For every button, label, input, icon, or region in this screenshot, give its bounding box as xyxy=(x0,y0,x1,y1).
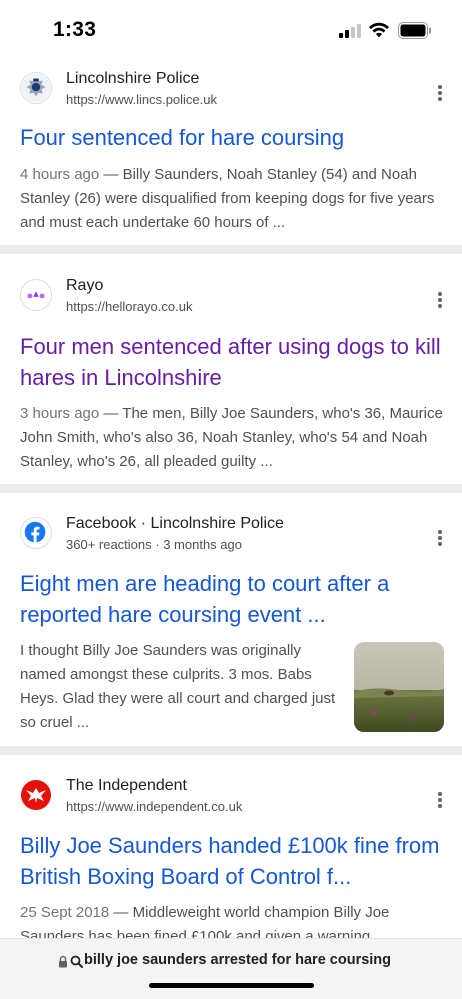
independent-eagle-icon xyxy=(20,779,52,811)
result-4-source[interactable]: The Independent https://www.independent.… xyxy=(20,777,450,817)
result-divider xyxy=(0,484,462,493)
result-1-date: 4 hours ago xyxy=(20,166,100,183)
result-4-site-url: https://www.independent.co.uk xyxy=(66,799,243,814)
result-3-snippet: I thought Billy Joe Saunders was origina… xyxy=(20,642,336,731)
result-2-source[interactable]: Rayo https://hellorayo.co.uk xyxy=(20,277,450,317)
result-2-site-url: https://hellorayo.co.uk xyxy=(66,299,193,314)
result-3-source[interactable]: Facebook · Lincolnshire Police 360+ reac… xyxy=(20,515,450,555)
wifi-icon xyxy=(369,22,389,38)
result-3-thumbnail[interactable] xyxy=(354,642,444,732)
result-2-more-options-icon[interactable] xyxy=(430,289,450,311)
result-2-snippet: 3 hours ago — The men, Billy Joe Saunder… xyxy=(20,402,445,474)
result-4-more-options-icon[interactable] xyxy=(430,789,450,811)
result-1-source[interactable]: Lincolnshire Police https://www.lincs.po… xyxy=(20,70,450,110)
cellular-signal-icon xyxy=(339,24,361,38)
home-indicator[interactable] xyxy=(149,983,314,988)
result-1-snippet: 4 hours ago — Billy Saunders, Noah Stanl… xyxy=(20,163,445,235)
facebook-icon xyxy=(20,517,52,549)
result-3-more-options-icon[interactable] xyxy=(430,527,450,549)
result-divider xyxy=(0,245,462,254)
result-2-site-name: Rayo xyxy=(66,277,104,294)
rayo-icon xyxy=(20,279,52,311)
result-2-date: 3 hours ago xyxy=(20,405,100,422)
status-bar: 1:33 xyxy=(0,0,462,62)
lock-icon xyxy=(59,955,67,968)
status-time: 1:33 xyxy=(53,18,97,41)
result-1-site-name: Lincolnshire Police xyxy=(66,70,200,87)
address-bar-query[interactable]: billy joe saunders arrested for hare cou… xyxy=(84,952,394,968)
search-icon xyxy=(70,955,83,968)
result-4-title[interactable]: Billy Joe Saunders handed £100k fine fro… xyxy=(20,830,445,892)
battery-icon xyxy=(398,22,431,39)
result-3-site-name: Facebook · Lincolnshire Police xyxy=(66,515,284,532)
result-3-site-meta: 360+ reactions · 3 months ago xyxy=(66,537,242,552)
result-3-title[interactable]: Eight men are heading to court after a r… xyxy=(20,568,445,630)
result-4-site-name: The Independent xyxy=(66,777,187,794)
address-bar[interactable]: billy joe saunders arrested for hare cou… xyxy=(0,938,462,999)
result-2-title[interactable]: Four men sentenced after using dogs to k… xyxy=(20,331,445,393)
result-1-more-options-icon[interactable] xyxy=(430,82,450,104)
result-1-title[interactable]: Four sentenced for hare coursing xyxy=(20,122,445,153)
result-1-site-url: https://www.lincs.police.uk xyxy=(66,92,218,107)
police-crest-icon xyxy=(20,72,52,104)
result-divider xyxy=(0,746,462,755)
result-4-date: 25 Sept 2018 xyxy=(20,904,110,921)
